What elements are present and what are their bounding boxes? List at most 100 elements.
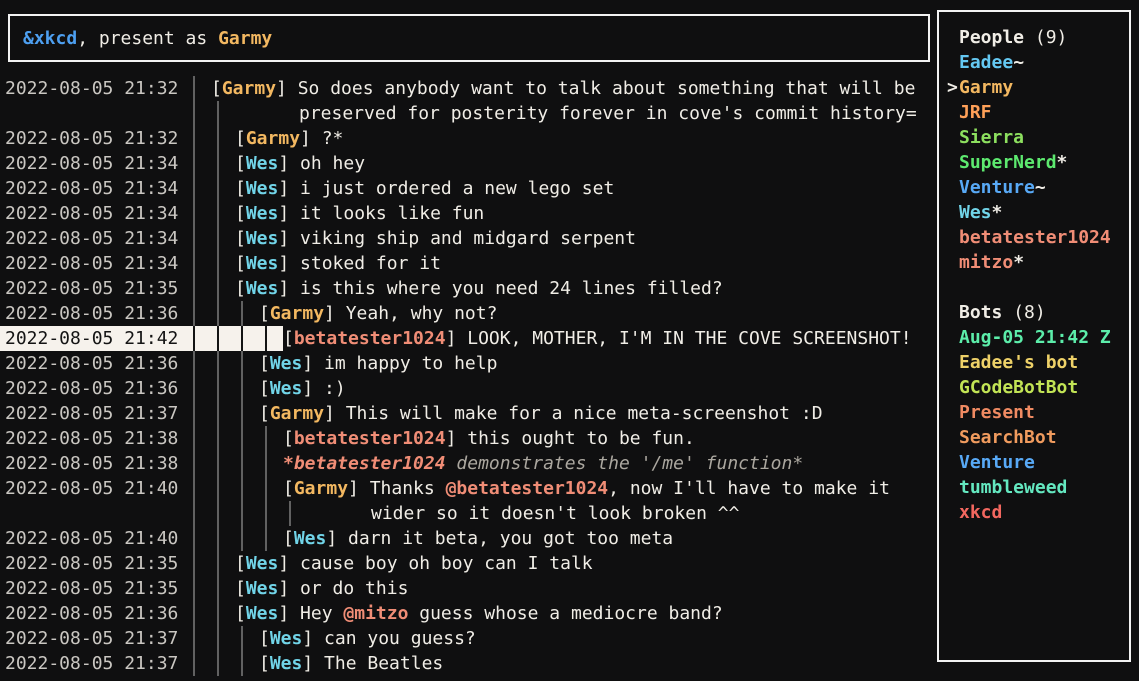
message-segment: [	[235, 578, 246, 599]
message-text: [Wes] im happy to help	[259, 351, 497, 376]
thread-line	[219, 301, 243, 326]
username: SuperNerd	[959, 152, 1057, 173]
username: tumbleweed	[959, 477, 1067, 498]
chat-row[interactable]: 2022-08-05 21:38*betatester1024 demonstr…	[0, 451, 937, 476]
username: Wes	[959, 202, 992, 223]
chat-row[interactable]: 2022-08-05 21:37[Wes] can you guess?	[0, 626, 937, 651]
chat-row[interactable]: 2022-08-05 21:38 [betatester1024] this ou…	[0, 426, 937, 451]
marker-slot	[947, 325, 959, 350]
marker-slot	[947, 125, 959, 150]
thread-line	[195, 551, 219, 576]
mention: @betatester1024	[446, 478, 609, 499]
message-segment: , now I'll have to make it	[608, 478, 890, 499]
chat-row[interactable]: 2022-08-05 21:35[Wes] cause boy oh boy c…	[0, 551, 937, 576]
people-section-header: People (9)	[939, 25, 1129, 50]
thread-line	[219, 326, 243, 351]
chat-row[interactable]: 2022-08-05 21:34 [Wes] viking ship and mi…	[0, 226, 937, 251]
message-text: [Garmy] Thanks @betatester1024, now I'll…	[283, 476, 890, 501]
user-list-item[interactable]: SuperNerd*	[939, 150, 1129, 175]
username: Present	[959, 402, 1035, 423]
username: SearchBot	[959, 427, 1057, 448]
timestamp: 2022-08-05 21:38	[0, 426, 195, 451]
thread-line	[195, 151, 219, 176]
nickname: Wes	[246, 553, 279, 574]
chat-row[interactable]: 2022-08-05 21:32[Garmy] So does anybody …	[0, 76, 937, 101]
gutter-pad	[219, 126, 235, 151]
bot-list-item[interactable]: xkcd	[939, 500, 1129, 525]
chat-row[interactable]: preserved for posterity forever in cove'…	[0, 101, 937, 126]
gutter-pad	[267, 426, 283, 451]
chat-row[interactable]: 2022-08-05 21:36[Garmy] Yeah, why not?	[0, 301, 937, 326]
username: Venture	[959, 452, 1035, 473]
gutter-pad	[243, 626, 259, 651]
chat-row[interactable]: 2022-08-05 21:40[Wes] darn it beta, you …	[0, 526, 937, 551]
bot-list-item[interactable]: GCodeBotBot	[939, 375, 1129, 400]
chat-row[interactable]: 2022-08-05 21:35[Wes] is this where you …	[0, 276, 937, 301]
channel-name[interactable]: &xkcd	[23, 28, 77, 49]
timestamp: 2022-08-05 21:34	[0, 151, 195, 176]
message-segment: guess whose a mediocre band?	[408, 603, 722, 624]
selection-marker: >	[947, 75, 959, 100]
bot-list-item[interactable]: Present	[939, 400, 1129, 425]
timestamp: 2022-08-05 21:32	[0, 126, 195, 151]
thread-line	[219, 501, 243, 526]
bot-list-item[interactable]: Venture	[939, 450, 1129, 475]
thread-line	[195, 526, 219, 551]
chat-row[interactable]: 2022-08-05 21:36[Wes] Hey @mitzo guess w…	[0, 601, 937, 626]
username: Eadee's bot	[959, 352, 1078, 373]
thread-line	[243, 451, 267, 476]
gutter-pad	[219, 251, 235, 276]
bot-list-item[interactable]: SearchBot	[939, 425, 1129, 450]
message-segment: [	[259, 403, 270, 424]
chat-row[interactable]: 2022-08-05 21:37[Garmy] This will make f…	[0, 401, 937, 426]
user-list-item[interactable]: Wes*	[939, 200, 1129, 225]
chat-row[interactable]: 2022-08-05 21:36[Wes] :)	[0, 376, 937, 401]
chat-row[interactable]: 2022-08-05 21:34[Wes] stoked for it	[0, 251, 937, 276]
chat-row[interactable]: wider so it doesn't look broken ^^	[0, 501, 937, 526]
user-list-item[interactable]: Eadee~	[939, 50, 1129, 75]
timestamp: 2022-08-05 21:34	[0, 226, 195, 251]
message-segment: [	[283, 478, 294, 499]
gutter-pad	[243, 376, 259, 401]
timestamp: 2022-08-05 21:34	[0, 176, 195, 201]
chat-row-selected[interactable]: 2022-08-05 21:42[betatester1024] LOOK, M…	[0, 326, 937, 351]
spacer	[1024, 27, 1035, 48]
bot-list-item[interactable]: Eadee's bot	[939, 350, 1129, 375]
user-list-item[interactable]: JRF	[939, 100, 1129, 125]
message-segment: ] cause boy oh boy can I talk	[278, 553, 592, 574]
chat-row[interactable]: 2022-08-05 21:32[Garmy] ?*	[0, 126, 937, 151]
message-segment: [	[211, 78, 222, 99]
message-text: [Wes] i just ordered a new lego set	[235, 176, 614, 201]
message-text: [Wes] viking ship and midgard serpent	[235, 226, 636, 251]
chat-row[interactable]: 2022-08-05 21:35[Wes] or do this	[0, 576, 937, 601]
mention: @mitzo	[343, 603, 408, 624]
chat-row[interactable]: 2022-08-05 21:34[Wes] it looks like fun	[0, 201, 937, 226]
thread-line	[195, 451, 219, 476]
gutter-pad	[219, 101, 299, 126]
chat-row[interactable]: 2022-08-05 21:40 [Garmy] Thanks @betatest…	[0, 476, 937, 501]
timestamp: 2022-08-05 21:40	[0, 476, 195, 501]
user-list-item[interactable]: >Garmy	[939, 75, 1129, 100]
chat-row[interactable]: 2022-08-05 21:34[Wes] oh hey	[0, 151, 937, 176]
current-nick[interactable]: Garmy	[218, 28, 272, 49]
bot-list-item[interactable]: Aug-05 21:42 Z	[939, 325, 1129, 350]
user-list-item[interactable]: betatester1024	[939, 225, 1129, 250]
gutter-pad	[219, 176, 235, 201]
thread-line	[195, 376, 219, 401]
message-segment: [	[259, 628, 270, 649]
timestamp: 2022-08-05 21:42	[0, 326, 195, 351]
chat-row[interactable]: 2022-08-05 21:37[Wes] The Beatles	[0, 651, 937, 676]
user-list-item[interactable]: Sierra	[939, 125, 1129, 150]
nickname: Garmy	[222, 78, 276, 99]
user-list-item[interactable]: Venture~	[939, 175, 1129, 200]
timestamp: 2022-08-05 21:40	[0, 526, 195, 551]
timestamp: 2022-08-05 21:35	[0, 276, 195, 301]
bot-list-item[interactable]: tumbleweed	[939, 475, 1129, 500]
chat-row[interactable]: 2022-08-05 21:34 [Wes] i just ordered a n…	[0, 176, 937, 201]
status-suffix: *	[1057, 152, 1068, 173]
message-segment: [	[235, 278, 246, 299]
chat-row[interactable]: 2022-08-05 21:36[Wes] im happy to help	[0, 351, 937, 376]
message-text: [betatester1024] this ought to be fun.	[283, 426, 695, 451]
sidebar: People (9) Eadee~>Garmy JRF Sierra Super…	[937, 10, 1131, 662]
user-list-item[interactable]: mitzo*	[939, 250, 1129, 275]
